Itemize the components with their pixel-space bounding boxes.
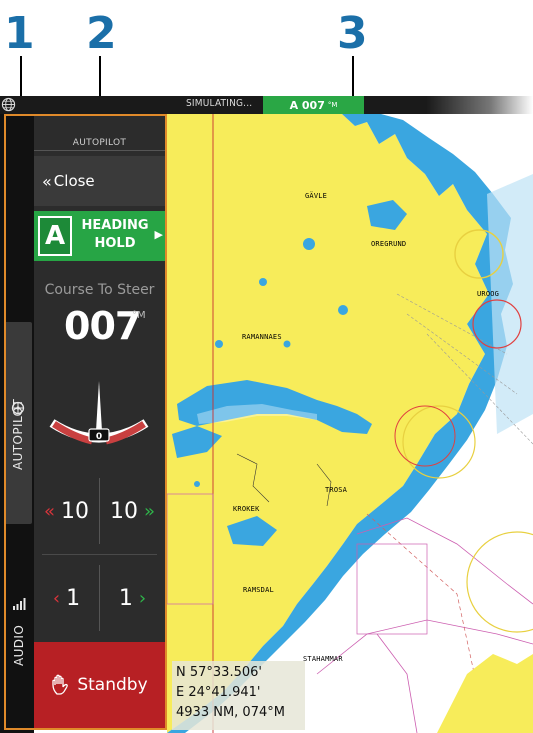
chevron-right-icon: ›: [138, 587, 147, 609]
autopilot-panel: AUTOPILOT « Close A HEADING HOLD ▶ Cours…: [34, 116, 165, 728]
mode-letter: A: [38, 216, 72, 256]
step-value: 1: [66, 585, 81, 611]
nautical-chart[interactable]: GÄVLE OREGRUND RAMANNAES KROKEK TROSA RA…: [167, 114, 533, 733]
course-to-steer-value: 007: [64, 304, 141, 348]
chart-map[interactable]: [167, 114, 533, 733]
mode-label: HEADING HOLD: [78, 217, 152, 253]
place-label: RAMSDAL: [243, 586, 274, 594]
panel-title: AUTOPILOT: [72, 138, 127, 148]
step-value: 10: [61, 498, 89, 524]
rudder-value: 0: [96, 432, 102, 442]
place-label: UROOG: [477, 290, 500, 298]
autopilot-status-mode: A 007: [289, 98, 325, 112]
place-label: OREGRUND: [371, 240, 407, 248]
rail-audio-label[interactable]: AUDIO: [12, 625, 26, 666]
standby-button[interactable]: Standby: [34, 642, 165, 728]
autopilot-status-pill[interactable]: A 007 °M: [263, 96, 364, 114]
callout-1: 1: [4, 8, 35, 59]
chevron-left-icon: ‹: [52, 587, 61, 609]
starboard-1-button[interactable]: 1 ›: [100, 555, 165, 641]
standby-label: Standby: [77, 675, 148, 695]
double-chevron-right-icon: »: [143, 500, 155, 522]
mode-line-2: HOLD: [94, 236, 136, 251]
simulating-status: SIMULATING...: [186, 98, 253, 109]
large-step-row: « 10 10 »: [34, 468, 165, 554]
globe-icon[interactable]: [1, 97, 16, 112]
hand-icon: [52, 674, 69, 695]
mode-line-1: HEADING: [81, 218, 149, 233]
step-value: 1: [118, 585, 133, 611]
small-step-row: ‹ 1 1 ›: [34, 555, 165, 641]
callout-3-line: [352, 56, 354, 98]
double-chevron-left-icon: «: [43, 500, 55, 522]
double-chevron-left-icon: «: [42, 171, 52, 191]
range-bearing: 4933 NM, 074°M: [176, 705, 285, 720]
callout-3: 3: [337, 8, 368, 59]
position-readout: N 57°33.506' E 24°41.941' 4933 NM, 074°M: [172, 661, 305, 730]
place-label: RAMANNAES: [242, 333, 282, 341]
autopilot-status-unit: °M: [327, 101, 338, 109]
signal-bars-icon: [13, 598, 26, 610]
course-to-steer-unit: °M: [132, 310, 146, 321]
helm-icon: [11, 401, 25, 415]
place-label: KROKEK: [233, 505, 260, 513]
course-to-steer-label: Course To Steer: [44, 282, 155, 298]
place-label: GÄVLE: [305, 192, 328, 200]
divider: [34, 150, 165, 151]
place-label: STAHAMMAR: [303, 655, 343, 663]
port-1-button[interactable]: ‹ 1: [34, 555, 99, 641]
place-label: TROSA: [325, 486, 348, 494]
close-button[interactable]: « Close: [34, 156, 165, 206]
chevron-right-icon: ▶: [154, 228, 163, 241]
close-label: Close: [53, 172, 95, 190]
rudder-indicator: 0: [49, 381, 149, 445]
starboard-10-button[interactable]: 10 »: [100, 468, 165, 554]
callout-2: 2: [86, 8, 117, 59]
latitude: N 57°33.506': [176, 665, 262, 680]
port-10-button[interactable]: « 10: [34, 468, 99, 554]
mode-button[interactable]: A HEADING HOLD ▶: [34, 211, 165, 261]
longitude: E 24°41.941': [176, 685, 261, 700]
step-value: 10: [109, 498, 138, 524]
